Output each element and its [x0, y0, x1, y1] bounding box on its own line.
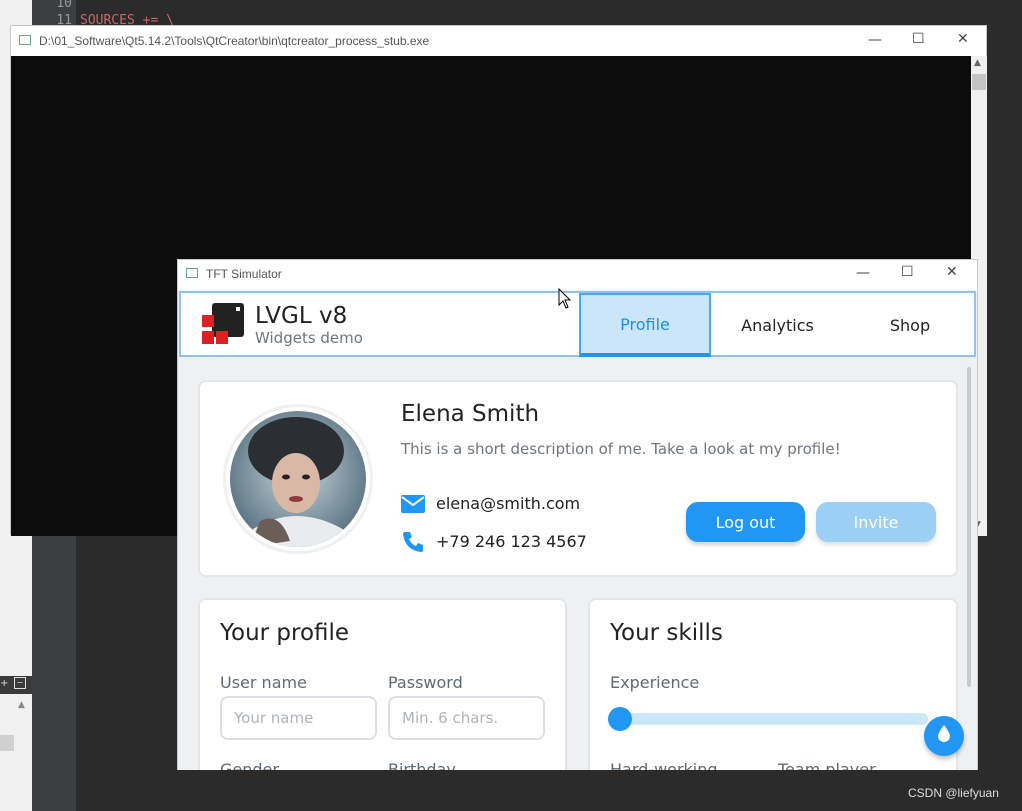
tab-shop[interactable]: Shop — [844, 293, 976, 357]
tft-titlebar[interactable]: TFT Simulator — ☐ ✕ — [178, 260, 977, 290]
app-header: LVGL v8 Widgets demo Profile Analytics S… — [179, 291, 976, 357]
app-title: LVGL v8 — [255, 303, 348, 329]
password-label: Password — [388, 673, 463, 692]
invite-button[interactable]: Invite — [816, 502, 936, 542]
hard-working-label: Hard-working — [610, 760, 718, 770]
tab-profile[interactable]: Profile — [579, 293, 711, 357]
panel-toolbar: + − — [0, 676, 32, 694]
line-number: 10 — [56, 0, 72, 11]
minimize-button[interactable]: — — [868, 32, 882, 48]
lvgl-screen: LVGL v8 Widgets demo Profile Analytics S… — [178, 290, 977, 770]
experience-slider-knob[interactable] — [608, 707, 632, 731]
scroll-up-icon[interactable]: ▲ — [974, 58, 981, 68]
close-button[interactable]: ✕ — [957, 31, 969, 47]
email-icon — [401, 495, 425, 517]
console-titlebar[interactable]: D:\01_Software\Qt5.14.2\Tools\QtCreator\… — [11, 26, 986, 56]
profile-card: Elena Smith This is a short description … — [198, 380, 958, 577]
droplet-icon — [937, 725, 951, 747]
theme-button[interactable] — [924, 716, 964, 756]
console-title: D:\01_Software\Qt5.14.2\Tools\QtCreator\… — [39, 34, 430, 48]
profile-name: Elena Smith — [401, 401, 540, 427]
gender-label: Gender — [220, 760, 279, 770]
username-input[interactable]: Your name — [220, 696, 377, 740]
experience-label: Experience — [610, 673, 700, 692]
username-label: User name — [220, 673, 307, 692]
your-skills-card: Your skills Experience Hard-working Team… — [588, 598, 958, 770]
maximize-button[interactable]: ☐ — [901, 264, 914, 280]
close-button[interactable]: ✕ — [946, 264, 958, 280]
tft-simulator-window: TFT Simulator — ☐ ✕ LVGL v8 Widgets demo… — [177, 259, 978, 770]
app-subtitle: Widgets demo — [255, 329, 363, 347]
list-selection — [0, 735, 14, 751]
your-skills-title: Your skills — [610, 620, 723, 646]
content-scrollbar[interactable] — [967, 367, 971, 687]
scrollbar-thumb[interactable] — [972, 74, 986, 90]
tft-title: TFT Simulator — [206, 267, 282, 281]
mouse-cursor-icon — [558, 287, 572, 314]
your-profile-title: Your profile — [220, 620, 350, 646]
tft-app-icon — [186, 268, 198, 278]
team-player-label: Team player — [778, 760, 876, 770]
your-profile-card: Your profile User name Password Your nam… — [198, 598, 567, 770]
lvgl-logo — [202, 303, 244, 345]
maximize-button[interactable]: ☐ — [912, 31, 925, 47]
profile-phone: +79 246 123 4567 — [436, 532, 587, 551]
collapse-icon[interactable]: − — [14, 677, 26, 689]
profile-description: This is a short description of me. Take … — [401, 440, 841, 458]
scroll-up-icon[interactable]: ▲ — [18, 700, 25, 710]
plus-icon[interactable]: + — [0, 678, 8, 689]
console-app-icon — [19, 35, 31, 45]
experience-slider[interactable] — [608, 707, 928, 731]
logout-button[interactable]: Log out — [686, 502, 805, 542]
birthday-label: Birthday — [388, 760, 456, 770]
avatar — [223, 404, 373, 554]
watermark: CSDN @liefyuan — [908, 786, 999, 800]
phone-icon — [401, 530, 425, 558]
minimize-button[interactable]: — — [856, 265, 870, 281]
password-input[interactable]: Min. 6 chars. — [388, 696, 545, 740]
profile-email: elena@smith.com — [436, 494, 581, 513]
tab-analytics[interactable]: Analytics — [711, 293, 844, 357]
